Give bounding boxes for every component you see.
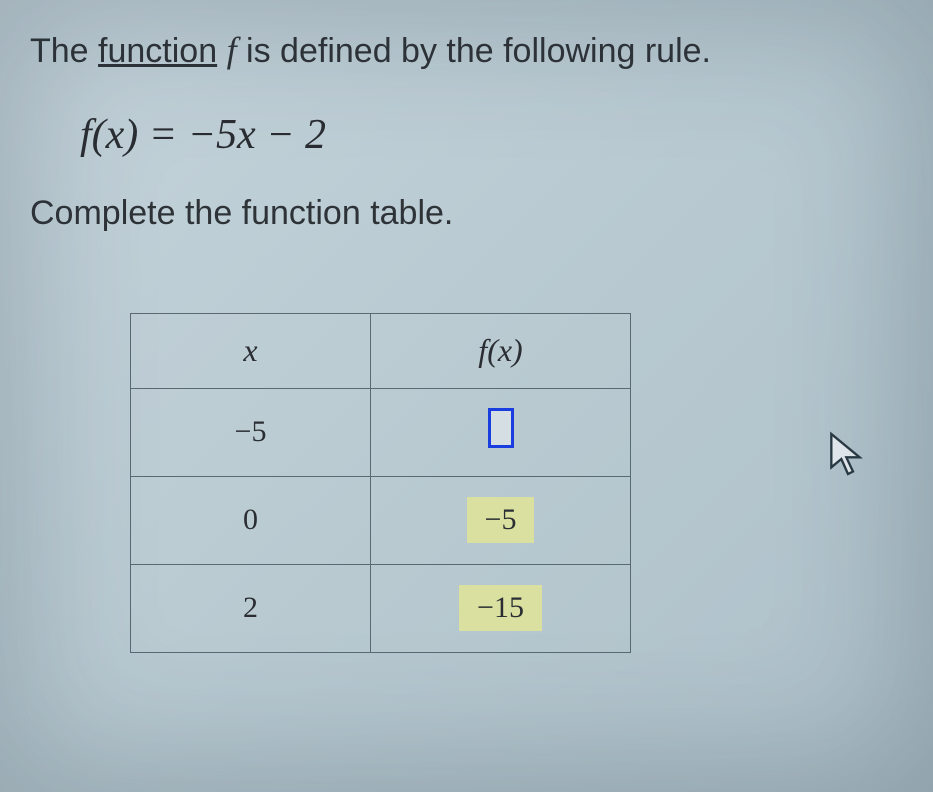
intro-mid [217,32,226,70]
instruction-text: Complete the function table. [30,194,903,233]
table-header-fx: f(x) [371,313,631,388]
answer-input[interactable] [488,408,514,448]
x-cell: −5 [131,388,371,476]
fx-cell: −5 [371,476,631,564]
table-row: 2 −15 [131,564,631,652]
function-table: x f(x) −5 0 −5 2 −15 [130,313,903,653]
formula-text: f(x) = −5x − 2 [80,112,326,158]
function-link[interactable]: function [98,32,217,70]
fx-cell [371,388,631,476]
answer-value[interactable]: −15 [459,585,542,631]
intro-var: f [227,30,237,70]
intro-prefix: The [30,32,98,70]
x-cell: 2 [131,564,371,652]
x-cell: 0 [131,476,371,564]
fx-cell: −15 [371,564,631,652]
answer-value[interactable]: −5 [467,497,535,543]
table-row: −5 [131,388,631,476]
intro-text: The function f is defined by the followi… [30,25,903,76]
table-row: 0 −5 [131,476,631,564]
intro-suffix: is defined by the following rule. [237,32,711,70]
function-formula: f(x) = −5x − 2 [80,111,903,159]
table-header-x: x [131,313,371,388]
